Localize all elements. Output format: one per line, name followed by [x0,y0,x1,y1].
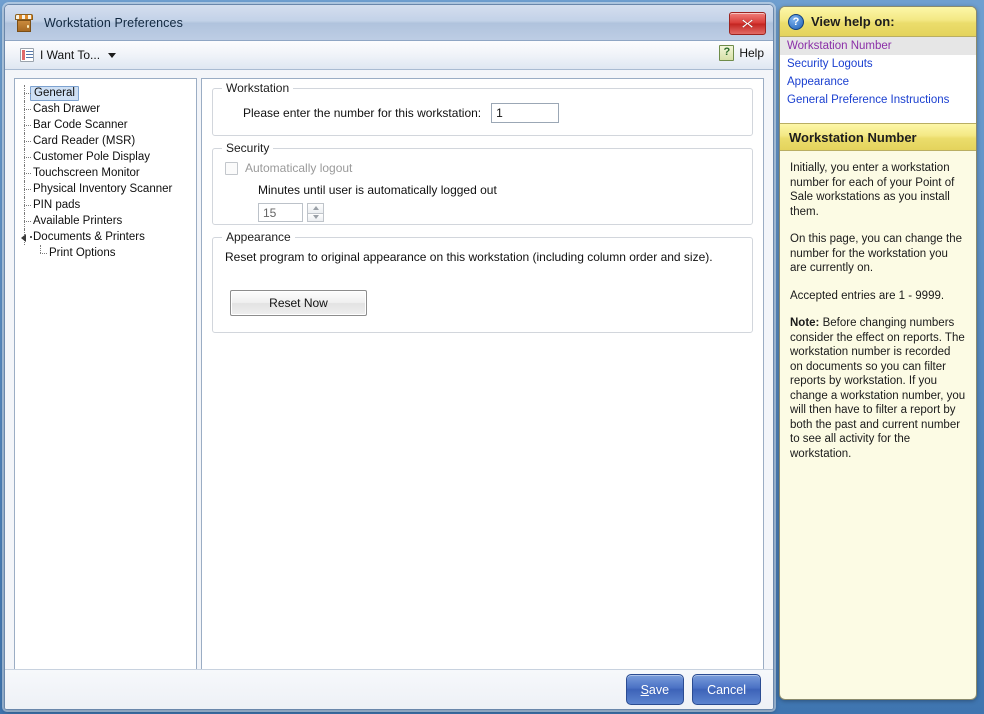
help-paragraph: Accepted entries are 1 - 9999. [790,289,945,302]
help-button-label: Help [739,46,764,60]
tree-item-print-options[interactable]: Print Options [15,245,196,261]
tree-item-physical-inventory-scanner[interactable]: Physical Inventory Scanner [15,181,196,197]
tree-item-documents-printers[interactable]: Documents & Printers [15,229,196,245]
tree-item-label: Bar Code Scanner [33,119,128,131]
help-link-security-logouts[interactable]: Security Logouts [780,55,976,73]
help-link-workstation-number[interactable]: Workstation Number [780,37,976,55]
workstation-number-label: Please enter the number for this worksta… [243,106,482,120]
window-title: Workstation Preferences [44,15,183,30]
minutes-until-logout-input[interactable] [258,203,303,222]
appearance-description: Reset program to original appearance on … [225,250,713,264]
help-pane-header: ? View help on: [780,7,976,37]
tree-item-available-printers[interactable]: Available Printers [15,213,196,229]
help-note-label: Note: [790,317,820,329]
tree-item-label: Documents & Printers [33,231,145,243]
minutes-stepper[interactable] [307,203,324,222]
preferences-tree[interactable]: General Cash Drawer Bar Code Scanner Card R… [14,78,197,675]
tree-connector-dash [24,157,31,158]
tree-connector-dash [24,221,31,222]
minutes-until-logout-label: Minutes until user is automatically logg… [258,183,497,197]
appearance-group-title: Appearance [222,230,295,244]
screen: Workstation Preferences I Want To... ? H… [0,0,984,714]
title-bar: Workstation Preferences [5,5,773,41]
automatically-logout-checkbox[interactable] [225,161,238,175]
stepper-up-button[interactable] [307,203,324,213]
appearance-groupbox: Appearance Reset program to original app… [212,230,753,333]
tree-item-bar-code-scanner[interactable]: Bar Code Scanner [15,117,196,133]
tree-item-label: Card Reader (MSR) [33,135,136,147]
save-button[interactable]: Save [625,674,685,705]
tree-item-touchscreen-monitor[interactable]: Touchscreen Monitor [15,165,196,181]
workstation-preferences-window: Workstation Preferences I Want To... ? H… [4,4,774,710]
tree-item-label: Touchscreen Monitor [33,167,140,179]
tree-list: General Cash Drawer Bar Code Scanner Card R… [15,85,196,261]
help-topic-title: Workstation Number [789,129,917,145]
workstation-number-input[interactable] [491,103,560,123]
reset-now-button[interactable]: Reset Now [230,290,367,316]
save-label-rest: ave [648,682,670,697]
settings-content-panel: Workstation Please enter the number for … [201,78,764,675]
tree-item-general[interactable]: General [15,85,196,101]
tree-item-pin-pads[interactable]: PIN pads [15,197,196,213]
close-button[interactable] [729,12,766,35]
tree-item-label: Cash Drawer [33,103,101,115]
chevron-down-icon [108,52,117,58]
help-note-paragraph: Note: Before changing numbers consider t… [790,316,966,461]
storefront-icon [14,13,34,33]
dialog-footer: Save Cancel [5,669,773,709]
tree-connector-dash [40,253,47,254]
tree-item-label: Physical Inventory Scanner [33,183,173,195]
security-groupbox: Security Automatically logout Minutes un… [212,141,753,225]
triangle-down-icon [312,215,319,220]
security-group-title: Security [222,141,274,155]
automatically-logout-label: Automatically logout [245,161,353,175]
help-links-list: Workstation Number Security Logouts Appear… [780,37,976,124]
tree-item-cash-drawer[interactable]: Cash Drawer [15,101,196,117]
help-pane: ? View help on: Workstation Number Securi… [779,6,977,700]
tree-connector-line [40,245,41,253]
tree-item-label: General [30,85,79,101]
help-topic-body: Initially, you enter a workstation numbe… [780,151,976,484]
tree-connector-dash [24,109,31,110]
tree-item-label: Customer Pole Display [33,151,150,163]
help-link-general-preference-instructions[interactable]: General Preference Instructions [780,91,976,109]
tree-item-label: PIN pads [33,199,81,211]
list-icon [20,48,34,62]
stepper-down-button[interactable] [307,212,324,222]
tree-connector-dash [24,189,31,190]
tree-item-label: Available Printers [33,215,123,227]
i-want-to-menu-button[interactable]: I Want To... [15,46,121,64]
cancel-button[interactable]: Cancel [692,674,761,705]
help-button[interactable]: ? Help [719,45,764,61]
help-note-text: Before changing numbers consider the eff… [790,317,966,460]
tree-connector-dash [24,205,31,206]
help-paragraph: Initially, you enter a workstation numbe… [790,162,955,218]
tree-connector-dash [24,141,31,142]
tree-expander-icon[interactable] [21,234,26,242]
tree-item-customer-pole-display[interactable]: Customer Pole Display [15,149,196,165]
help-topic-header: Workstation Number [780,124,976,151]
tree-connector-dash [24,125,31,126]
help-question-icon: ? [788,13,804,30]
tree-item-card-reader-msr[interactable]: Card Reader (MSR) [15,133,196,149]
i-want-to-label: I Want To... [40,48,101,62]
workstation-group-title: Workstation [222,81,294,95]
help-link-appearance[interactable]: Appearance [780,73,976,91]
triangle-up-icon [312,206,319,211]
tree-connector-dash [24,93,31,94]
toolbar: I Want To... ? Help [5,41,773,70]
help-paragraph: On this page, you can change the number … [790,233,962,274]
tree-item-label: Print Options [49,247,116,259]
window-body: General Cash Drawer Bar Code Scanner Card R… [5,70,773,709]
help-pane-header-title: View help on: [811,14,895,29]
workstation-groupbox: Workstation Please enter the number for … [212,81,753,136]
tree-connector-dash [24,173,31,174]
question-mark-icon: ? [719,45,735,61]
tree-node-dot [30,236,32,238]
save-accelerator: S [640,682,649,697]
